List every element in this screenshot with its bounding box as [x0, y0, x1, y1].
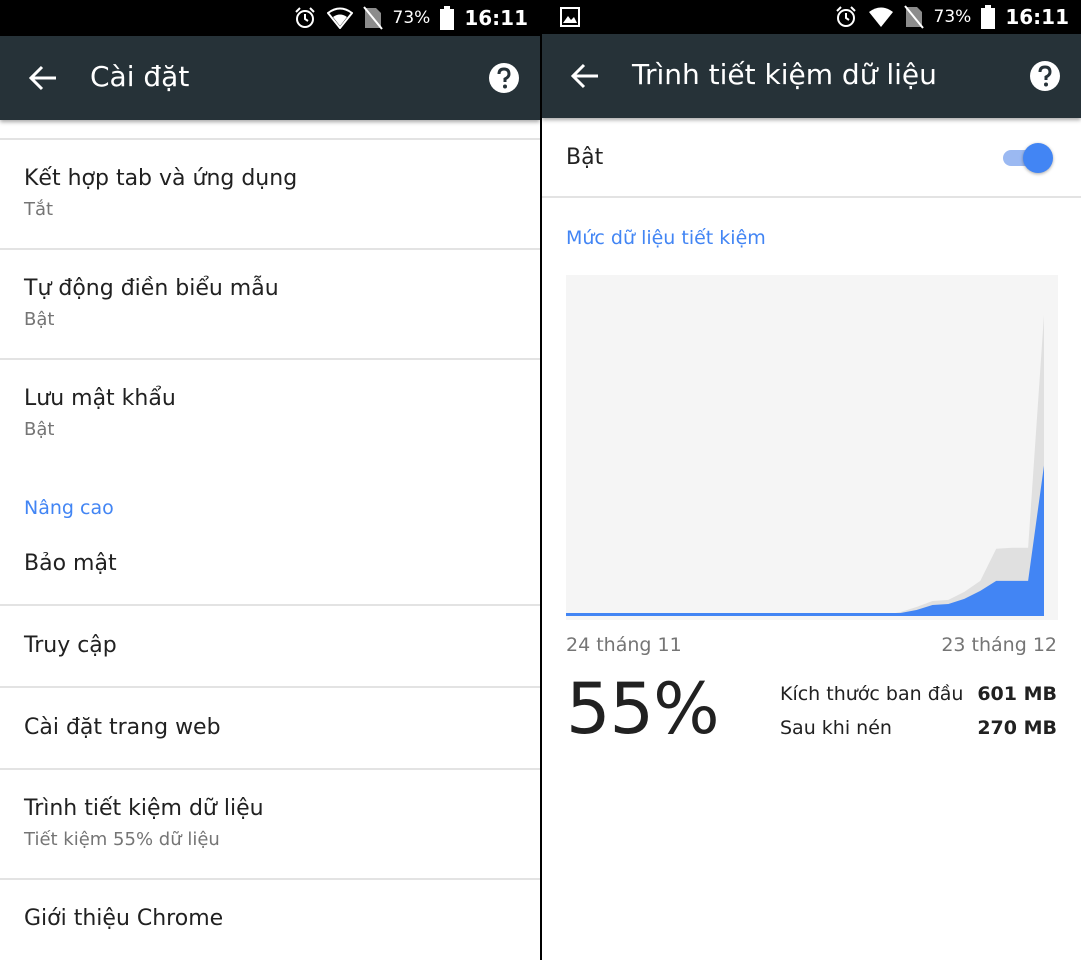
- alarm-icon: [294, 7, 315, 28]
- wifi-icon: [326, 7, 353, 29]
- battery-percent: 73%: [933, 7, 972, 27]
- data-saver-toggle-row[interactable]: Bật: [542, 118, 1081, 198]
- list-item-accessibility[interactable]: Truy cập: [0, 606, 540, 686]
- list-item-merge-tabs[interactable]: Kết hợp tab và ứng dụng Tắt: [0, 140, 540, 248]
- compressed-size-label: Sau khi nén: [780, 717, 892, 739]
- help-icon[interactable]: [1029, 60, 1061, 92]
- original-size-value: 601 MB: [977, 683, 1057, 705]
- page-title: Cài đặt: [90, 60, 190, 93]
- clock: 16:11: [1005, 5, 1069, 29]
- list-item-site-settings[interactable]: Cài đặt trang web: [0, 688, 540, 768]
- item-title: Giới thiệu Chrome: [24, 906, 224, 931]
- item-subtitle: Tiết kiệm 55% dữ liệu: [24, 829, 220, 850]
- section-header-advanced: Nâng cao: [24, 497, 114, 519]
- list-item-data-saver[interactable]: Trình tiết kiệm dữ liệu Tiết kiệm 55% dữ…: [0, 770, 540, 878]
- chart-baseline: [566, 613, 1044, 616]
- chart-end-date: 23 tháng 12: [941, 634, 1057, 656]
- divider: [542, 196, 1081, 198]
- battery-icon: [981, 5, 996, 29]
- list-item-privacy[interactable]: Bảo mật: [0, 530, 540, 604]
- original-size-label: Kích thước ban đầu: [780, 683, 964, 705]
- app-toolbar: Cài đặt: [0, 36, 540, 120]
- battery-percent: 73%: [392, 8, 431, 28]
- battery-icon: [440, 6, 455, 30]
- help-icon[interactable]: [488, 62, 520, 94]
- wifi-icon: [868, 7, 893, 27]
- item-title: Trình tiết kiệm dữ liệu: [24, 796, 264, 821]
- list-item-about-chrome[interactable]: Giới thiệu Chrome: [0, 880, 540, 960]
- item-subtitle: Bật: [24, 309, 55, 330]
- item-subtitle: Tắt: [24, 199, 54, 220]
- image-notification-icon: [560, 7, 580, 27]
- item-title: Lưu mật khẩu: [24, 386, 176, 411]
- status-bar: 73% 16:11: [542, 0, 1081, 34]
- list-item-save-passwords[interactable]: Lưu mật khẩu Bật: [0, 360, 540, 468]
- app-toolbar: Trình tiết kiệm dữ liệu: [542, 34, 1081, 118]
- toggle-label: Bật: [566, 145, 604, 170]
- data-savings-chart: [566, 275, 1058, 620]
- switch-thumb: [1023, 143, 1053, 173]
- alarm-icon: [835, 6, 856, 27]
- savings-percent: 55%: [566, 668, 720, 750]
- item-title: Cài đặt trang web: [24, 715, 221, 740]
- data-saver-switch[interactable]: [1003, 141, 1053, 175]
- back-arrow-icon[interactable]: [570, 62, 600, 90]
- page-title: Trình tiết kiệm dữ liệu: [632, 58, 937, 91]
- item-title: Truy cập: [24, 633, 117, 658]
- chart-background: [566, 275, 1058, 620]
- item-title: Tự động điền biểu mẫu: [24, 276, 279, 301]
- no-sim-icon: [903, 5, 924, 29]
- list-item-autofill[interactable]: Tự động điền biểu mẫu Bật: [0, 250, 540, 358]
- settings-screen: 73% 16:11 Cài đặt Kết hợp tab và ứng dụn…: [0, 0, 540, 960]
- status-bar: 73% 16:11: [0, 0, 540, 36]
- chart-start-date: 24 tháng 11: [566, 634, 682, 656]
- item-title: Bảo mật: [24, 551, 117, 576]
- clock: 16:11: [464, 6, 528, 30]
- no-sim-icon: [362, 6, 383, 30]
- data-saver-screen: 73% 16:11 Trình tiết kiệm dữ liệu Bật Mứ…: [542, 0, 1081, 960]
- section-header-data-savings: Mức dữ liệu tiết kiệm: [566, 227, 766, 249]
- item-subtitle: Bật: [24, 419, 55, 440]
- item-title: Kết hợp tab và ứng dụng: [24, 166, 298, 191]
- back-arrow-icon[interactable]: [28, 64, 58, 92]
- compressed-size-value: 270 MB: [977, 717, 1057, 739]
